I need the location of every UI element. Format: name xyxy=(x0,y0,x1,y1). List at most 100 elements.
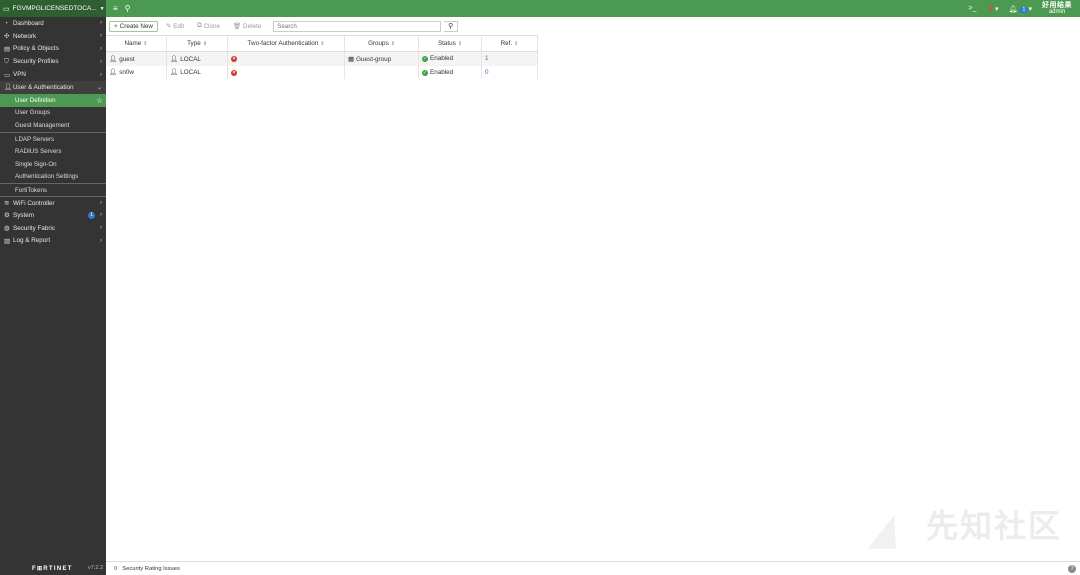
search-input[interactable] xyxy=(273,20,442,32)
fortinet-logo: F⊞RTINET xyxy=(32,565,73,572)
ref-link[interactable]: 0 xyxy=(485,69,489,76)
sidebar-item-label: WiFi Controller xyxy=(13,199,55,207)
header-label: Status xyxy=(437,40,456,47)
fabric-icon: ◍ xyxy=(4,225,10,233)
sidebar-item-security-fabric[interactable]: ◍ Security Fabric › xyxy=(0,222,106,235)
sidebar-item-security-profiles[interactable]: ⛉ Security Profiles › xyxy=(0,55,106,68)
user-icon: 👤︎ xyxy=(109,55,118,63)
sidebar-subitem-ldap-servers[interactable]: LDAP Servers xyxy=(0,132,106,145)
column-header-type[interactable]: Type ⇕ xyxy=(166,35,228,52)
cell-ref[interactable]: 1 xyxy=(481,51,538,66)
sidebar-item-label: Authentication Settings xyxy=(15,173,79,181)
column-header-status[interactable]: Status ⇕ xyxy=(418,35,482,52)
clone-label: Clone xyxy=(203,22,221,30)
sidebar-subitem-user-definition[interactable]: User Definition ☆ xyxy=(0,93,106,107)
cell-status: ✓ Enabled xyxy=(418,65,482,79)
ref-link[interactable]: 1 xyxy=(485,55,489,62)
table-row[interactable]: 👤︎ sn0w 👤︎ LOCAL × ✓ Enabled 0 xyxy=(106,65,538,79)
sidebar-item-label: Single Sign-On xyxy=(15,160,57,168)
edit-button[interactable]: ✎ Edit xyxy=(161,21,189,32)
favorite-star-icon[interactable]: ☆ xyxy=(96,96,103,105)
search-button[interactable]: ⚲ xyxy=(444,20,459,32)
create-new-label: Create New xyxy=(119,22,153,30)
wifi-icon: ≋ xyxy=(4,200,10,208)
help-icon[interactable]: ❓▾ xyxy=(986,5,998,13)
sort-icon: ⇕ xyxy=(320,41,325,47)
cell-text: Guest-group xyxy=(356,55,392,63)
chevron-down-icon: ▼ xyxy=(99,5,105,12)
sidebar-subitem-user-groups[interactable]: User Groups xyxy=(0,107,106,120)
cell-type: 👤︎ LOCAL xyxy=(166,51,228,66)
cell-type: 👤︎ LOCAL xyxy=(166,65,228,79)
sidebar-item-system[interactable]: ⚙ System 1 › xyxy=(0,209,106,222)
clone-button[interactable]: ⧉ Clone xyxy=(192,21,225,32)
sidebar: ◔ Dashboard › ✣ Network › ▤ Policy & Obj… xyxy=(0,17,106,575)
sidebar-item-label: FortiTokens xyxy=(15,186,47,194)
cell-text: Enabled xyxy=(430,55,454,63)
user-icon: 👤︎ xyxy=(170,55,179,63)
delete-button[interactable]: 🗑︎ Delete xyxy=(228,21,266,32)
device-selector[interactable]: ▭ FGVMPGLICENSEDTOCA... ▼ xyxy=(0,0,106,17)
sort-icon: ⇕ xyxy=(390,41,395,47)
sidebar-item-user-authentication[interactable]: 👤︎ User & Authentication ⌄ xyxy=(0,80,106,94)
system-badge: 1 xyxy=(88,211,95,219)
notifications-button[interactable]: 🔔︎ 1 ▾ xyxy=(1009,5,1032,13)
admin-label: admin xyxy=(1048,8,1066,15)
sidebar-item-label: User Definition xyxy=(15,96,56,104)
header-label: Ref. xyxy=(500,40,513,47)
sidebar-item-label: Security Fabric xyxy=(13,224,55,232)
edit-label: Edit xyxy=(173,22,185,30)
sidebar-item-network[interactable]: ✣ Network › xyxy=(0,30,106,43)
sidebar-footer: F⊞RTINET v7.2.2 xyxy=(0,561,106,575)
dashboard-icon: ◔ xyxy=(4,19,8,27)
security-rating-count[interactable]: 0 xyxy=(114,566,117,572)
chevron-right-icon: › xyxy=(100,33,102,40)
check-circle-icon: ✓ xyxy=(422,56,428,63)
header-label: Groups xyxy=(368,40,389,47)
sidebar-item-label: VPN xyxy=(13,71,26,79)
chevron-right-icon: › xyxy=(100,45,102,52)
sidebar-item-label: User & Authentication xyxy=(13,83,74,91)
sort-icon: ⇕ xyxy=(514,41,519,47)
cli-console-icon[interactable]: >_ xyxy=(968,5,976,12)
help-icon[interactable]: ? xyxy=(1068,564,1076,573)
sidebar-item-wifi-controller[interactable]: ≋ WiFi Controller › xyxy=(0,196,106,209)
trash-icon: 🗑︎ xyxy=(233,23,242,30)
chevron-right-icon: › xyxy=(100,212,102,219)
chart-icon: ▨ xyxy=(4,237,11,245)
column-header-name[interactable]: Name ⇕ xyxy=(106,35,167,52)
toolbar: + Create New ✎ Edit ⧉ Clone 🗑︎ Delete ⚲ xyxy=(106,17,1080,35)
admin-menu[interactable]: 好用结果 admin xyxy=(1042,2,1072,15)
sidebar-subitem-single-sign-on[interactable]: Single Sign-On xyxy=(0,158,106,171)
network-icon: ✣ xyxy=(4,33,10,41)
search-icon[interactable]: ⚲ xyxy=(125,4,131,13)
users-table: Name ⇕ Type ⇕ Two-factor Authentication ⇕ G… xyxy=(106,35,538,79)
disabled-x-icon: × xyxy=(231,69,237,76)
sidebar-item-dashboard[interactable]: ◔ Dashboard › xyxy=(0,17,106,30)
sort-icon: ⇕ xyxy=(202,41,207,47)
cell-ref[interactable]: 0 xyxy=(481,65,538,79)
security-rating-label[interactable]: Security Rating Issues xyxy=(122,566,180,572)
cell-text: sn0w xyxy=(119,69,134,77)
pencil-icon: ✎ xyxy=(165,22,172,30)
cell-name: 👤︎ guest xyxy=(106,51,167,66)
create-new-button[interactable]: + Create New xyxy=(109,20,158,32)
cell-status: ✓ Enabled xyxy=(418,51,482,66)
sidebar-subitem-authentication-settings[interactable]: Authentication Settings xyxy=(0,171,106,184)
disabled-x-icon: × xyxy=(231,56,237,63)
chevron-right-icon: › xyxy=(100,225,102,232)
sidebar-item-policy-objects[interactable]: ▤ Policy & Objects › xyxy=(0,43,106,56)
sidebar-subitem-guest-management[interactable]: Guest Management xyxy=(0,119,106,132)
header-label: Type xyxy=(187,40,201,47)
sidebar-item-label: Dashboard xyxy=(13,19,44,27)
table-row[interactable]: 👤︎ guest 👤︎ LOCAL × ▦ Guest-group ✓ Enabled … xyxy=(106,51,538,66)
sidebar-item-log-report[interactable]: ▨ Log & Report › xyxy=(0,235,106,248)
sidebar-subitem-fortitokens[interactable]: FortiTokens xyxy=(0,183,106,196)
sidebar-subitem-radius-servers[interactable]: RADIUS Servers xyxy=(0,145,106,158)
column-header-ref[interactable]: Ref. ⇕ xyxy=(481,35,538,52)
column-header-two-factor[interactable]: Two-factor Authentication ⇕ xyxy=(227,35,345,52)
sidebar-item-label: Log & Report xyxy=(13,237,51,245)
column-header-groups[interactable]: Groups ⇕ xyxy=(344,35,419,52)
sidebar-item-vpn[interactable]: ▭ VPN › xyxy=(0,68,106,81)
menu-toggle-icon[interactable]: ≡ xyxy=(113,4,118,13)
